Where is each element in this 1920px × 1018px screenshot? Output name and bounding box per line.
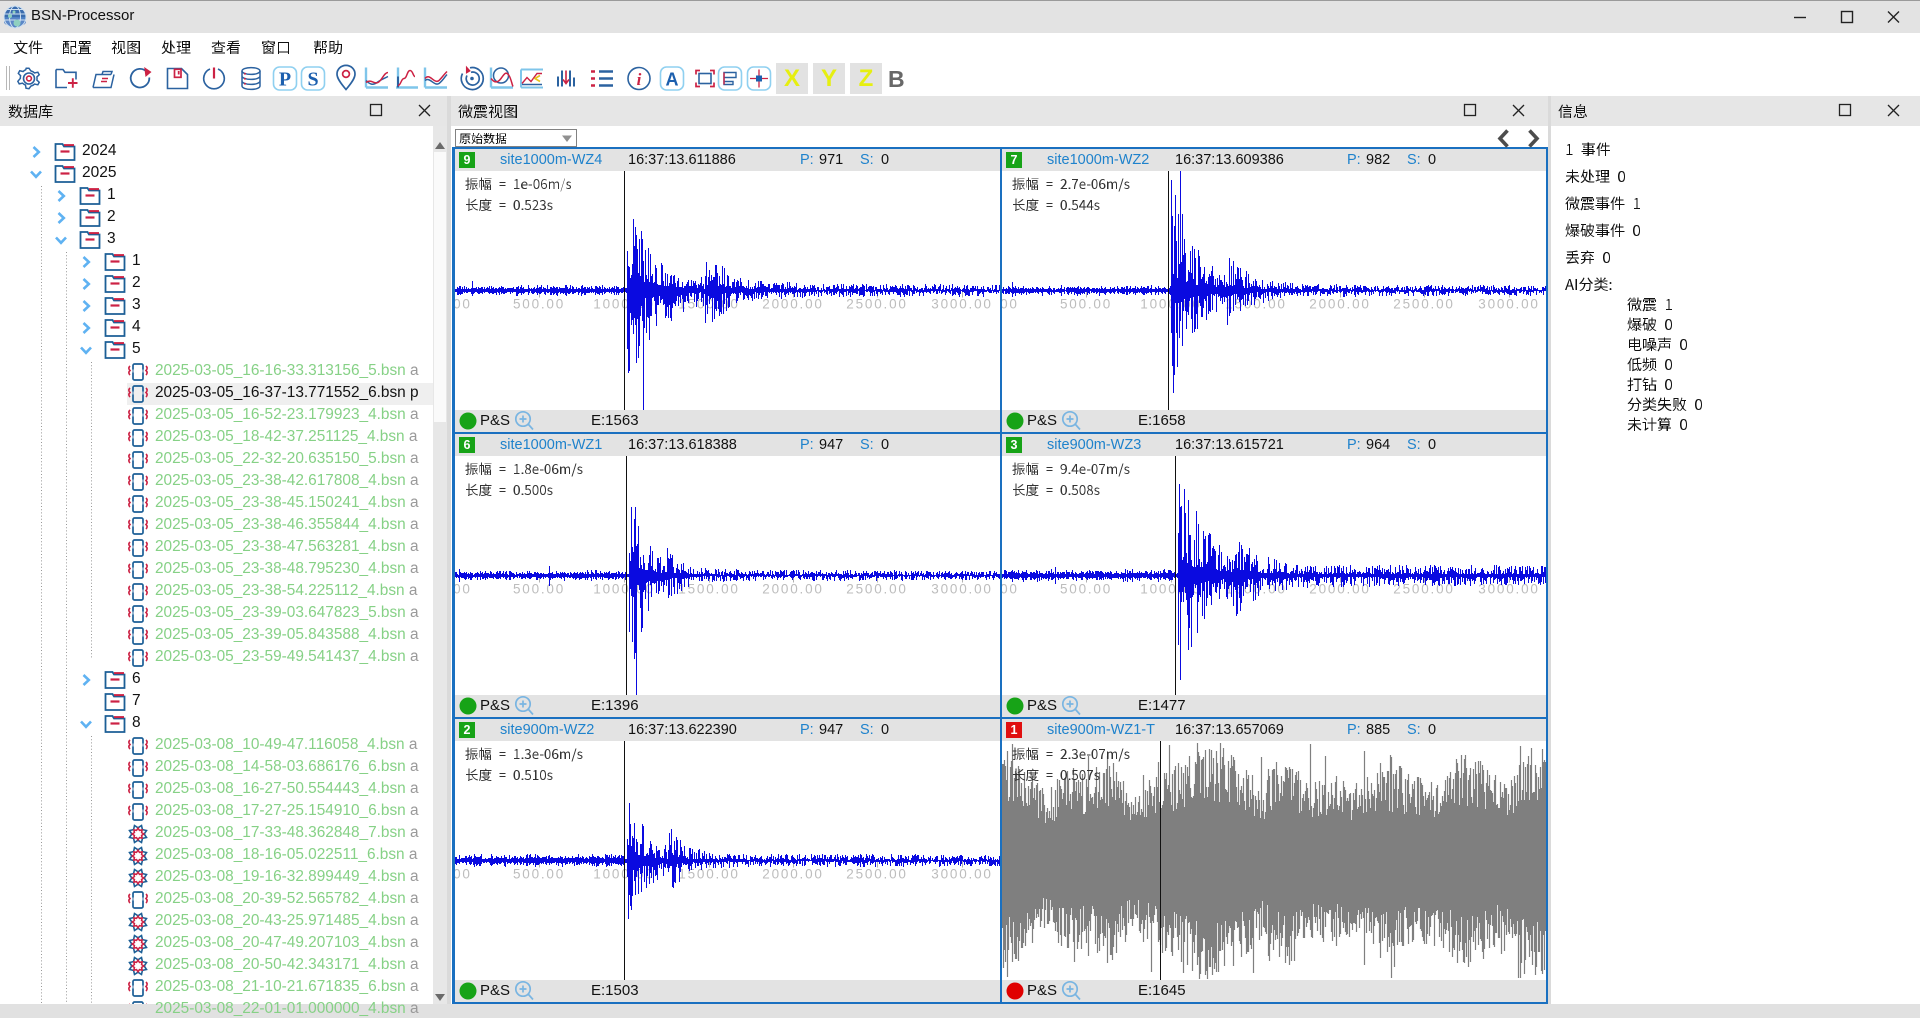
svg-text:0.00: 0.00 [455, 297, 472, 312]
svg-text:500.00: 500.00 [513, 297, 565, 312]
svg-text:0.00: 0.00 [1002, 582, 1019, 597]
svg-text:2500.00: 2500.00 [846, 297, 907, 312]
svg-text:2500.00: 2500.00 [846, 582, 907, 597]
svg-text:0.00: 0.00 [1002, 297, 1019, 312]
svg-text:2000.00: 2000.00 [762, 867, 823, 882]
svg-text:3000.00: 3000.00 [931, 297, 992, 312]
svg-text:500.00: 500.00 [1060, 297, 1112, 312]
svg-text:3000.00: 3000.00 [931, 582, 992, 597]
svg-text:2500.00: 2500.00 [1393, 582, 1454, 597]
svg-text:3000.00: 3000.00 [1478, 297, 1539, 312]
svg-text:2500.00: 2500.00 [846, 867, 907, 882]
svg-text:2000.00: 2000.00 [762, 297, 823, 312]
svg-text:2000.00: 2000.00 [1309, 297, 1370, 312]
svg-text:500.00: 500.00 [513, 582, 565, 597]
svg-text:3000.00: 3000.00 [931, 867, 992, 882]
svg-text:2000.00: 2000.00 [762, 582, 823, 597]
svg-text:3000.00: 3000.00 [1478, 582, 1539, 597]
svg-text:1500.00: 1500.00 [678, 582, 739, 597]
svg-text:1500.00: 1500.00 [678, 867, 739, 882]
svg-text:500.00: 500.00 [513, 867, 565, 882]
svg-text:2500.00: 2500.00 [1393, 297, 1454, 312]
svg-text:0.00: 0.00 [455, 867, 472, 882]
svg-text:0.00: 0.00 [455, 582, 472, 597]
svg-text:500.00: 500.00 [1060, 582, 1112, 597]
